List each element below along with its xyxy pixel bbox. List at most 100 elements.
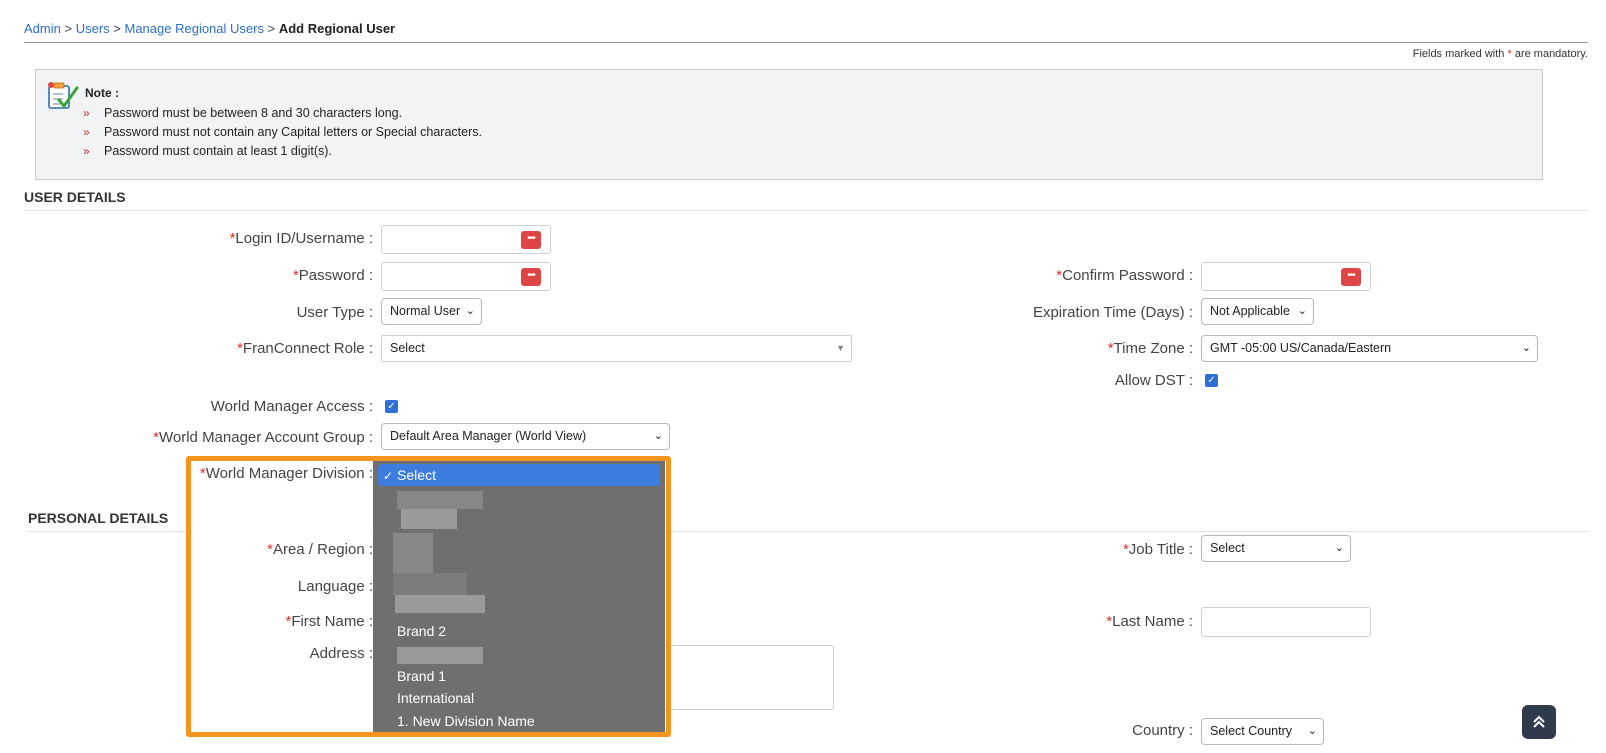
timezone-label-text: Time Zone : [1113,340,1193,357]
note-item-text: Password must not contain any Capital le… [104,125,482,139]
chevron-down-icon: ⌄ [1521,342,1531,354]
area-region-label: *Area / Region : [267,541,373,558]
role-label: *FranConnect Role : [237,340,373,357]
first-name-label-text: First Name : [291,613,373,630]
wm-account-group-select[interactable]: Default Area Manager (World View) ⌄ [381,423,670,450]
note-title: Note : [85,86,119,100]
obscured-option[interactable] [397,491,483,509]
password-label-text: Password : [298,267,373,284]
timezone-select[interactable]: GMT -05:00 US/Canada/Eastern ⌄ [1201,335,1538,362]
note-checklist-icon [48,82,79,109]
franconnect-role-select[interactable]: Select ▼ [381,335,852,362]
password-input[interactable]: ••• [381,262,551,291]
obscured-option[interactable] [397,647,483,664]
country-value: Select Country [1210,724,1292,738]
breadcrumb-current-page: Add Regional User [278,21,396,36]
timezone-label: *Time Zone : [1108,340,1193,357]
breadcrumb: Admin > Users > Manage Regional Users > … [24,21,395,36]
chevron-down-icon: ⌄ [1297,305,1307,317]
mandatory-fields-note: Fields marked with * are mandatory. [1413,48,1588,60]
job-title-label: *Job Title : [1123,541,1193,558]
section-divider [24,210,1588,211]
breadcrumb-users-link[interactable]: Users [76,21,110,36]
wm-division-label-text: World Manager Division : [205,465,373,482]
login-id-input[interactable]: ••• [381,225,551,254]
area-region-label-text: Area / Region : [272,541,373,558]
wm-access-checkbox[interactable]: ✓ [385,400,398,413]
confirm-password-label-text: Confirm Password : [1062,267,1193,284]
timezone-value: GMT -05:00 US/Canada/Eastern [1210,341,1392,355]
dropdown-option[interactable]: Brand 1 [397,668,446,684]
mandatory-prefix: Fields marked with [1412,48,1505,60]
obscured-option[interactable] [393,533,433,573]
wm-group-label-text: World Manager Account Group : [159,429,373,446]
role-value: Select [390,341,425,355]
dropdown-option[interactable]: Brand 2 [397,623,446,639]
bullet-icon: » [83,106,90,120]
first-name-label: *First Name : [285,613,373,630]
wm-division-label: *World Manager Division : [200,465,373,482]
dropdown-option[interactable]: International [397,690,474,706]
chevron-down-icon: ⌄ [1307,725,1317,737]
job-title-label-text: Job Title : [1128,541,1193,558]
note-item: » Password must be between 8 and 30 chara… [83,104,482,123]
note-item-text: Password must contain at least 1 digit(s… [104,144,332,158]
breadcrumb-divider [24,42,1588,43]
breadcrumb-separator: > [113,21,121,36]
login-label-text: Login ID/Username : [235,230,373,247]
chevron-down-icon: ⌄ [465,305,475,317]
checkmark-icon: ✓ [1207,375,1216,386]
last-name-label: *Last Name : [1106,613,1193,630]
expiration-select[interactable]: Not Applicable ⌄ [1201,298,1314,325]
wm-group-value: Default Area Manager (World View) [390,429,587,443]
bullet-icon: » [83,144,90,158]
breadcrumb-separator: > [267,21,276,36]
expiration-label: Expiration Time (Days) : [1032,304,1193,321]
dropdown-option[interactable]: 1. New Division Name [397,713,535,729]
password-dots-icon[interactable]: ••• [521,231,541,249]
job-title-select[interactable]: Select ⌄ [1201,535,1351,562]
last-name-label-text: Last Name : [1112,613,1193,630]
obscured-option[interactable] [401,509,457,529]
country-select[interactable]: Select Country ⌄ [1201,718,1324,745]
note-list: » Password must be between 8 and 30 chara… [83,104,482,161]
expiration-value: Not Applicable [1210,304,1290,318]
allow-dst-label: Allow DST : [1114,372,1193,389]
password-note-box: Note : » Password must be between 8 and 3… [35,69,1543,180]
note-item-text: Password must be between 8 and 30 charac… [104,106,403,120]
user-type-value: Normal User [390,304,461,318]
role-label-text: FranConnect Role : [242,340,373,357]
breadcrumb-separator: > [64,21,73,36]
user-type-select[interactable]: Normal User ⌄ [381,298,482,325]
password-dots-icon[interactable]: ••• [521,268,541,286]
password-dots-icon[interactable]: ••• [1341,268,1361,286]
last-name-input[interactable] [1201,607,1371,637]
wm-division-dropdown[interactable]: ✓ Select Brand 2 Brand 1 International 1.… [373,461,665,732]
dropdown-option-selected[interactable]: ✓ Select [378,464,660,486]
confirm-password-input[interactable]: ••• [1201,262,1371,291]
allow-dst-checkbox[interactable]: ✓ [1205,374,1218,387]
double-chevron-up-icon [1533,715,1545,728]
mandatory-suffix: are mandatory. [1514,48,1588,60]
confirm-password-label: *Confirm Password : [1056,267,1193,284]
personal-details-heading: PERSONAL DETAILS [28,510,169,526]
bullet-icon: » [83,125,90,139]
breadcrumb-admin-link[interactable]: Admin [24,21,61,36]
mandatory-star: * [1507,48,1512,60]
login-label: *Login ID/Username : [230,230,373,247]
password-label: *Password : [293,267,373,284]
scroll-to-top-button[interactable] [1522,705,1556,739]
obscured-option[interactable] [395,595,485,613]
wm-group-label: *World Manager Account Group : [153,429,373,446]
breadcrumb-manage-regional-users-link[interactable]: Manage Regional Users [125,21,264,36]
checkmark-icon: ✓ [383,469,394,483]
job-title-value: Select [1210,541,1245,555]
chevron-down-icon: ⌄ [653,430,663,442]
caret-down-icon: ▼ [836,343,845,353]
chevron-down-icon: ⌄ [1334,542,1344,554]
obscured-option[interactable] [393,573,467,595]
user-type-label: User Type : [296,304,373,321]
note-item: » Password must contain at least 1 digit(… [83,142,482,161]
address-label: Address : [309,645,373,662]
note-item: » Password must not contain any Capital l… [83,123,482,142]
